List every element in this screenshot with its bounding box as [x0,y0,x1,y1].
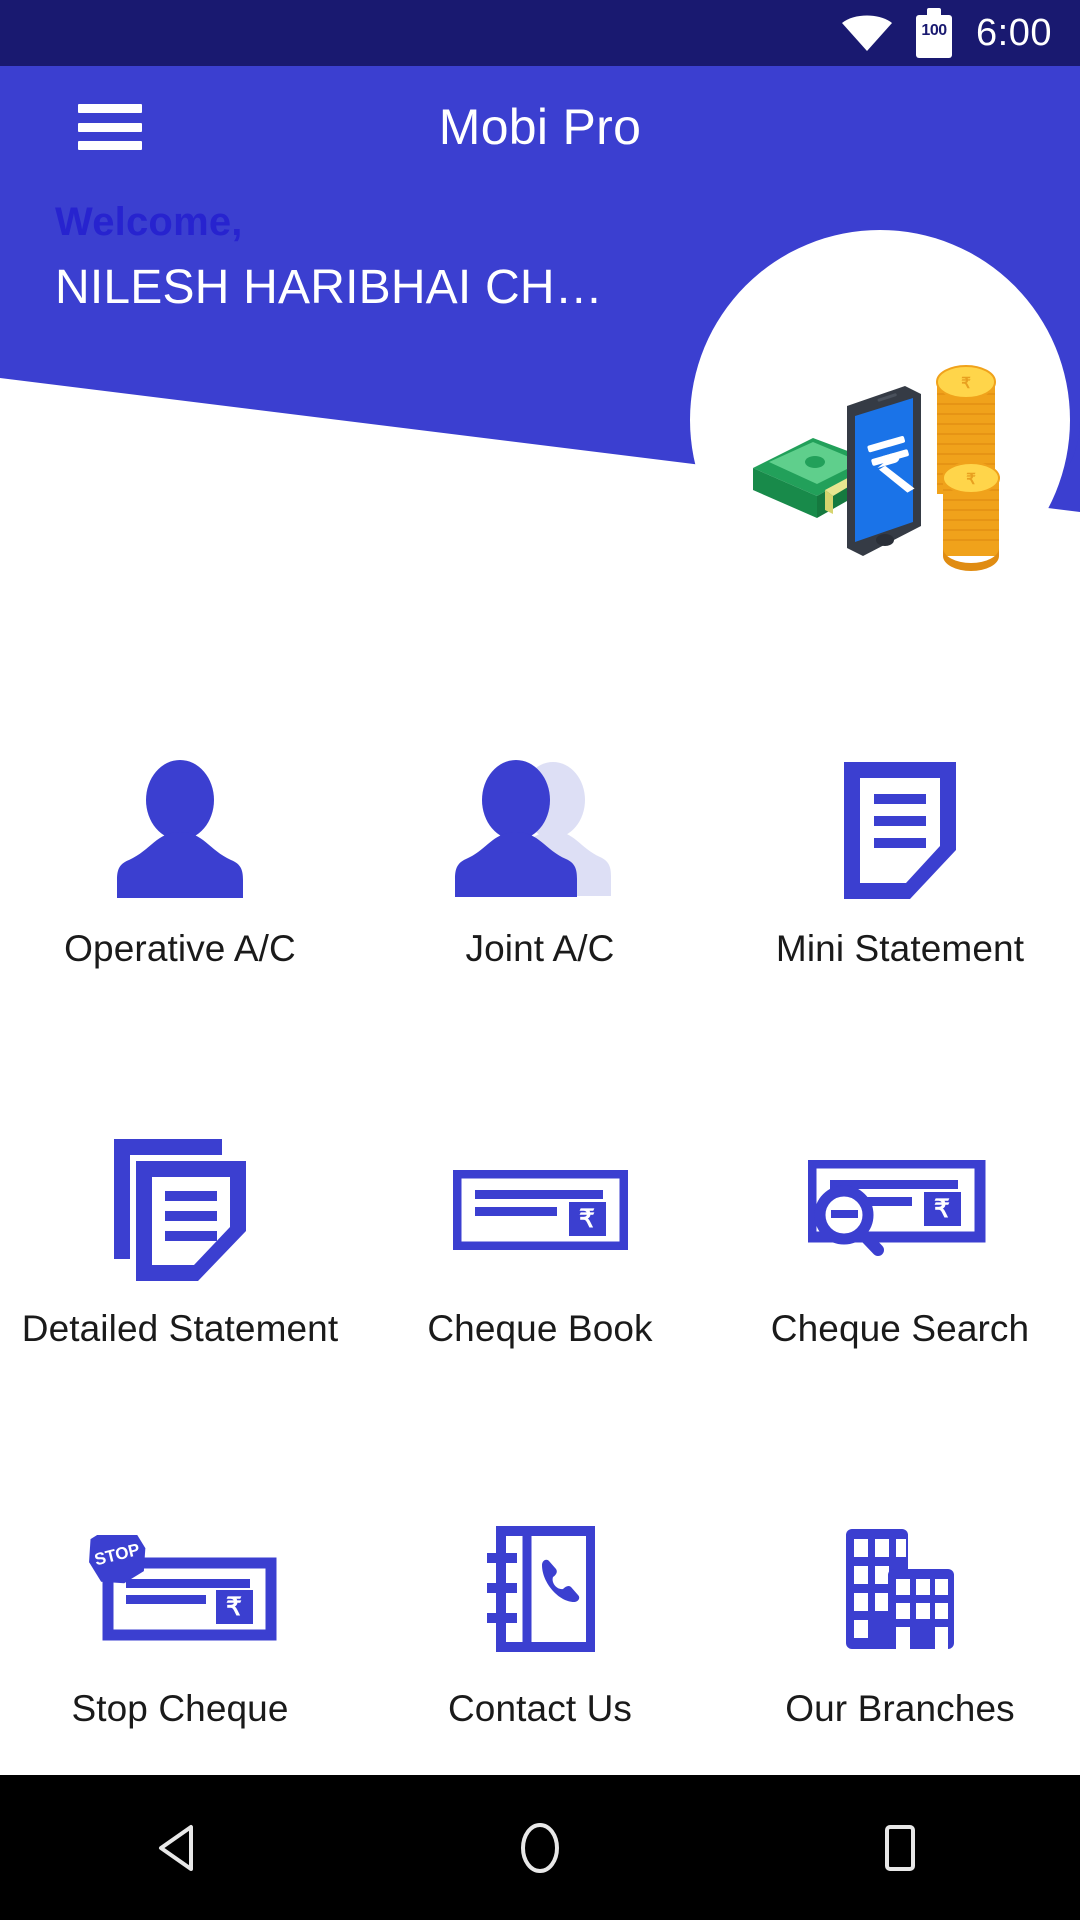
app-title: Mobi Pro [438,99,642,155]
menu-item-cheque-search[interactable]: ₹ Cheque Search [720,1120,1080,1438]
mobile-banking-money-illustration: ₹ ₹ [735,350,1025,580]
welcome-greeting: Welcome, [55,200,243,244]
home-icon[interactable] [480,1788,600,1908]
menu-item-mini-statement[interactable]: Mini Statement [720,740,1080,1058]
menu-item-label: Joint A/C [465,928,615,969]
menu-item-label: Cheque Search [770,1308,1030,1349]
menu-item-label: Contact Us [447,1688,632,1729]
back-icon[interactable] [120,1788,240,1908]
menu-item-contact-us[interactable]: Contact Us [360,1500,720,1818]
android-navigation-bar [0,1775,1080,1920]
document-icon [840,740,960,920]
menu-item-cheque-book[interactable]: ₹ Cheque Book [360,1120,720,1438]
buildings-icon [840,1500,960,1680]
menu-item-detailed-statement[interactable]: Detailed Statement [0,1120,360,1438]
svg-text:₹: ₹ [579,1205,595,1233]
svg-text:₹: ₹ [961,375,971,392]
menu-item-our-branches[interactable]: Our Branches [720,1500,1080,1818]
cheque-icon: ₹ [452,1120,628,1300]
single-person-icon [105,740,255,920]
recents-icon[interactable] [840,1788,960,1908]
menu-item-joint-ac[interactable]: Joint A/C [360,740,720,1058]
cheque-search-icon: ₹ [807,1120,993,1300]
menu-item-label: Our Branches [785,1688,1015,1729]
phone-book-icon [485,1500,595,1680]
menu-item-label: Detailed Statement [21,1308,339,1349]
phone-device [847,386,921,556]
menu-item-label: Cheque Book [427,1308,653,1349]
stop-cheque-icon: ₹ STOP [83,1500,278,1680]
battery-icon: 100 [916,8,953,58]
coin-stack-short: ₹ [942,462,1000,571]
menu-item-label: Mini Statement [775,928,1025,969]
svg-text:₹: ₹ [966,471,976,488]
menu-item-stop-cheque[interactable]: ₹ STOP Stop Cheque [0,1500,360,1818]
welcome-user-name: NILESH HARIBHAI CH… [55,261,603,314]
menu-grid: Operative A/C Joint A/C Mini Statement D… [0,740,1080,1818]
menu-item-operative-ac[interactable]: Operative A/C [0,740,360,1058]
app-root: 100 6:00 Mobi Pro Welcome, NILESH HARIBH… [0,0,1080,1920]
wifi-icon [842,15,893,51]
status-bar: 100 6:00 [0,0,1080,66]
menu-item-label: Operative A/C [64,928,296,969]
app-bar: Mobi Pro [0,66,1080,188]
welcome-block: Welcome, NILESH HARIBHAI CH… [55,198,603,315]
svg-text:₹: ₹ [934,1195,950,1223]
battery-percent-label: 100 [921,22,947,39]
stacked-documents-icon [110,1120,250,1300]
two-persons-icon [448,740,633,920]
menu-item-label: Stop Cheque [71,1688,289,1729]
svg-text:₹: ₹ [226,1593,242,1621]
status-clock: 6:00 [976,12,1052,54]
